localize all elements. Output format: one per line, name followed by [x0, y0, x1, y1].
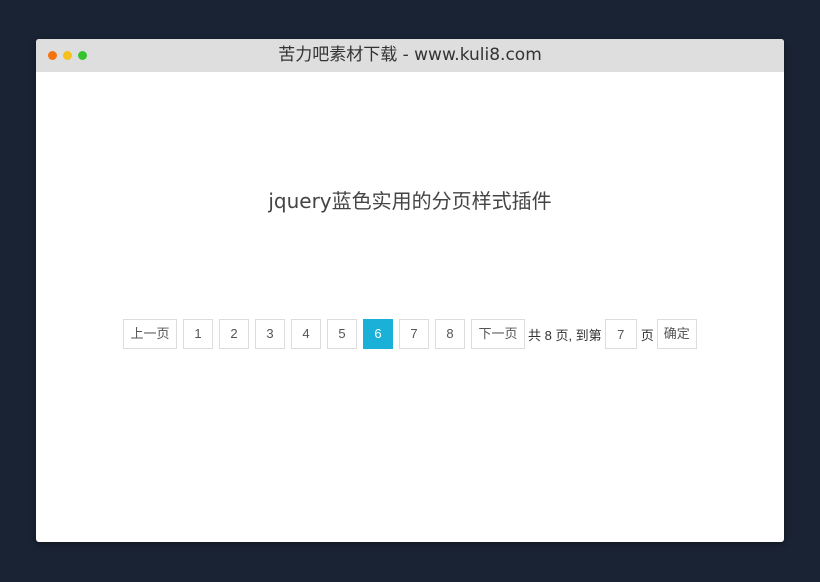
prev-page-button[interactable]: 上一页: [123, 319, 177, 349]
page-button-4[interactable]: 4: [291, 319, 321, 349]
pagination: 上一页 1 2 3 4 5 6 7 8 下一页 共 8 页, 到第 页 确定: [123, 319, 697, 349]
next-page-button[interactable]: 下一页: [471, 319, 525, 349]
confirm-jump-button[interactable]: 确定: [656, 319, 697, 349]
total-pages-text: 共 8 页, 到第: [528, 327, 602, 343]
jump-page-input[interactable]: [604, 319, 637, 349]
page-button-2[interactable]: 2: [219, 319, 249, 349]
page-unit-text: 页: [640, 327, 654, 343]
page-button-5[interactable]: 5: [327, 319, 357, 349]
browser-window: 苦力吧素材下载 - www.kuli8.com jquery蓝色实用的分页样式插…: [36, 39, 784, 542]
page-button-7[interactable]: 7: [399, 319, 429, 349]
page-button-8[interactable]: 8: [435, 319, 465, 349]
page-button-1[interactable]: 1: [183, 319, 213, 349]
page-button-3[interactable]: 3: [255, 319, 285, 349]
page-title: jquery蓝色实用的分页样式插件: [268, 189, 552, 213]
window-titlebar: 苦力吧素材下载 - www.kuli8.com: [36, 39, 784, 72]
page-button-6-current[interactable]: 6: [363, 319, 393, 349]
window-title: 苦力吧素材下载 - www.kuli8.com: [278, 45, 542, 65]
